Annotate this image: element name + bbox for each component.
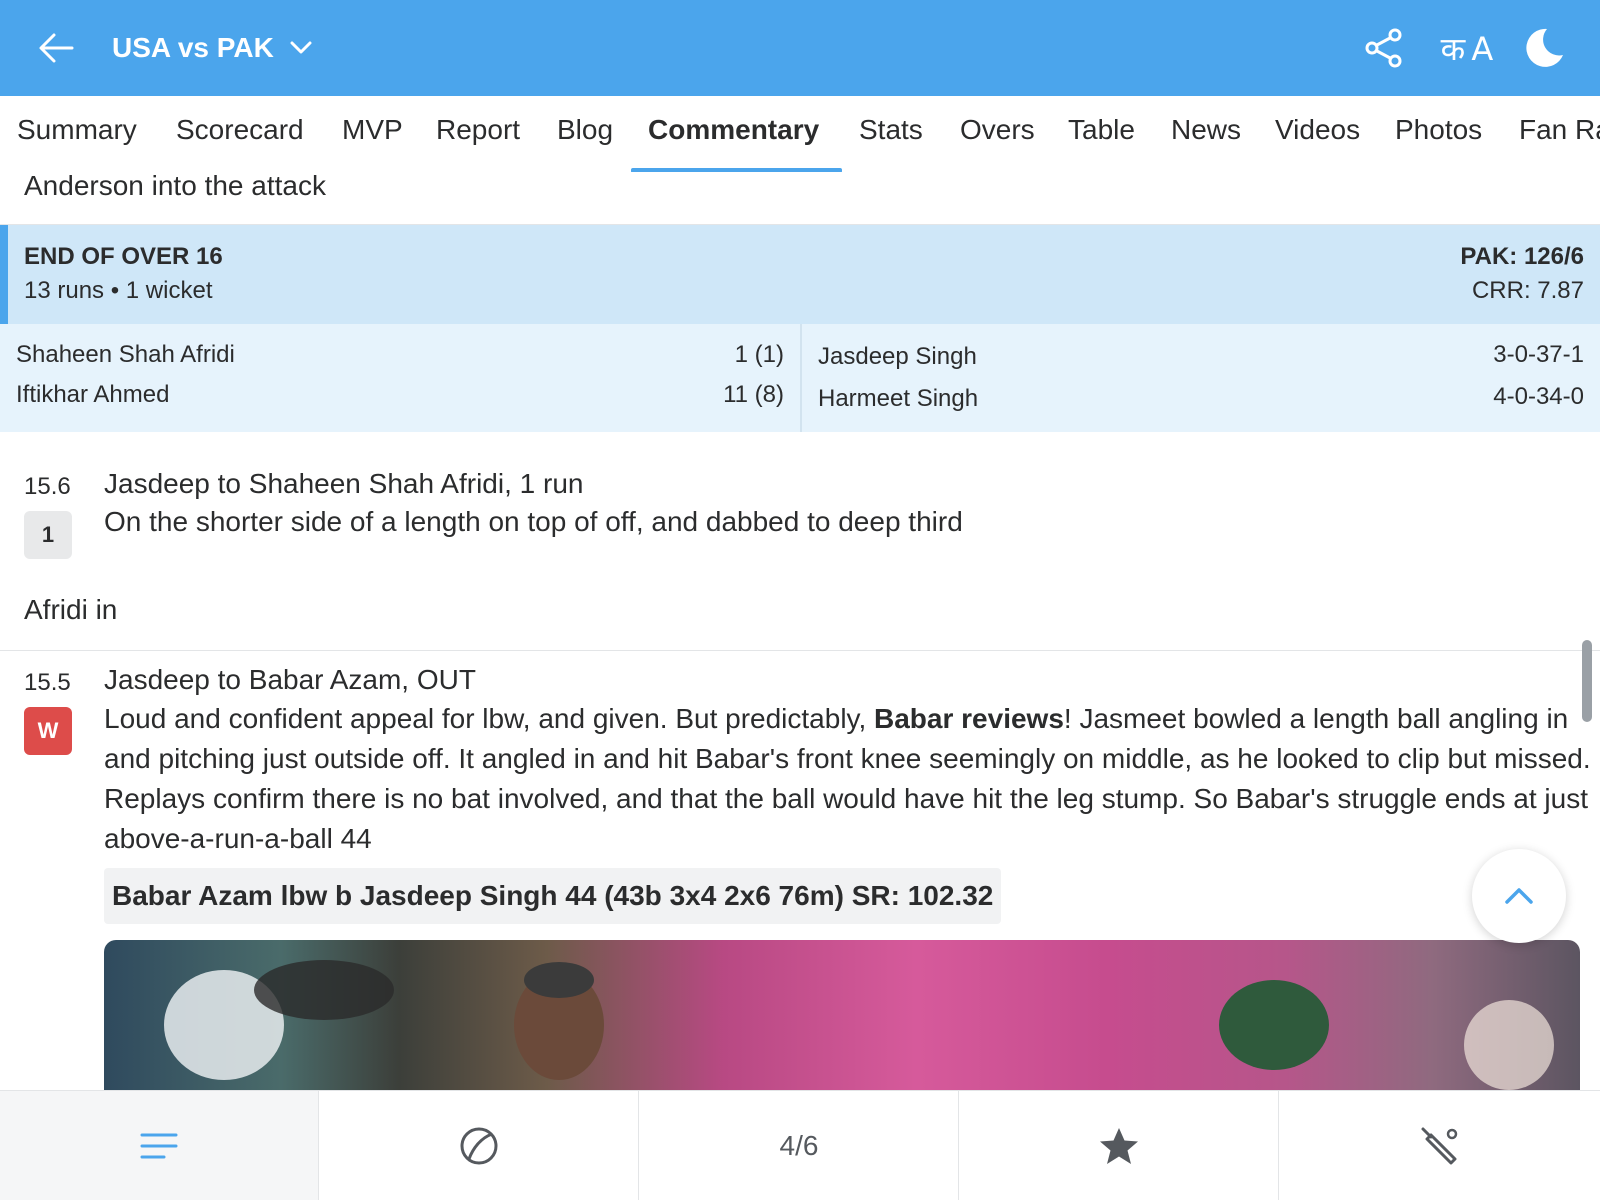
chevron-down-icon xyxy=(290,41,312,55)
description-highlight: Babar reviews xyxy=(874,703,1064,734)
arrow-left-icon xyxy=(39,33,74,63)
language-icon: क A xyxy=(1440,29,1494,68)
ball-headline: Jasdeep to Shaheen Shah Afridi, 1 run xyxy=(104,468,584,499)
bowler-figures: 3-0-37-1 xyxy=(1493,341,1584,368)
commentary-note: Afridi in xyxy=(24,594,118,625)
nav-batting[interactable] xyxy=(1280,1091,1599,1200)
top-app-bar: USA vs PAK क A xyxy=(0,0,1600,96)
menu-icon xyxy=(140,1133,178,1159)
active-tab-indicator xyxy=(631,168,842,172)
language-button[interactable]: क A xyxy=(1438,26,1494,70)
tab-videos[interactable]: Videos xyxy=(1275,114,1360,146)
ball-headline: Jasdeep to Babar Azam, OUT xyxy=(104,664,476,695)
bat-icon xyxy=(1421,1127,1457,1165)
tab-summary[interactable]: Summary xyxy=(17,114,137,146)
team-score: PAK: 126/6 xyxy=(1460,243,1584,270)
ball-description: On the shorter side of a length on top o… xyxy=(104,506,963,537)
nav-live[interactable] xyxy=(320,1091,639,1200)
commentary-note: Anderson into the attack xyxy=(24,170,326,201)
tab-news[interactable]: News xyxy=(1171,114,1241,146)
moon-icon xyxy=(1526,28,1563,67)
ball-icon xyxy=(460,1127,498,1165)
scroll-to-top-button[interactable] xyxy=(1472,849,1566,943)
current-run-rate: CRR: 7.87 xyxy=(1471,277,1584,304)
match-title: USA vs PAK xyxy=(112,32,274,63)
commentary-photo[interactable] xyxy=(104,940,1580,1090)
ball-description: Loud and confident appeal for lbw, and g… xyxy=(104,699,1598,859)
batter-score: 11 (8) xyxy=(723,381,784,408)
ball-number: 15.5 xyxy=(24,669,71,696)
bottom-navigation: 4/6 xyxy=(0,1090,1600,1200)
dark-mode-button[interactable] xyxy=(1522,26,1566,70)
share-icon xyxy=(1365,28,1402,68)
batter-score: 1 (1) xyxy=(734,341,784,368)
divider xyxy=(0,650,1600,651)
divider xyxy=(800,324,802,432)
star-icon xyxy=(1100,1128,1138,1164)
ball-number: 15.6 xyxy=(24,473,71,500)
dismissal-summary: Babar Azam lbw b Jasdeep Singh 44 (43b 3… xyxy=(104,868,1002,924)
tab-blog[interactable]: Blog xyxy=(557,114,613,146)
tab-stats[interactable]: Stats xyxy=(859,114,923,146)
over-detail: 13 runs • 1 wicket xyxy=(24,277,213,304)
runs-badge: 1 xyxy=(24,511,72,559)
tab-mvp[interactable]: MVP xyxy=(342,114,403,146)
section-tabs: Summary Scorecard MVP Report Blog Commen… xyxy=(0,96,1600,172)
players-summary: Shaheen Shah Afridi 1 (1) Iftikhar Ahmed… xyxy=(0,324,1600,432)
tab-table[interactable]: Table xyxy=(1068,114,1135,146)
nav-page-indicator[interactable]: 4/6 xyxy=(640,1091,959,1200)
chevron-up-icon xyxy=(1505,888,1533,904)
tab-overs[interactable]: Overs xyxy=(960,114,1035,146)
over-title: END OF OVER 16 xyxy=(24,243,223,270)
tab-scorecard[interactable]: Scorecard xyxy=(176,114,304,146)
batter-name: Iftikhar Ahmed xyxy=(16,381,170,408)
back-button[interactable] xyxy=(34,28,78,68)
over-summary: END OF OVER 16 13 runs • 1 wicket PAK: 1… xyxy=(0,225,1600,324)
match-selector[interactable]: USA vs PAK xyxy=(112,28,312,68)
bowler-figures: 4-0-34-0 xyxy=(1493,383,1584,410)
tab-photos[interactable]: Photos xyxy=(1395,114,1482,146)
nav-highlights[interactable] xyxy=(960,1091,1279,1200)
wicket-badge: W xyxy=(24,707,72,755)
bowler-name: Harmeet Singh xyxy=(818,385,979,412)
tab-fan-ratings[interactable]: Fan Ra xyxy=(1519,114,1600,146)
tab-commentary[interactable]: Commentary xyxy=(648,114,819,146)
bowler-name: Jasdeep Singh xyxy=(818,343,977,370)
nav-commentary[interactable] xyxy=(0,1091,319,1200)
share-button[interactable] xyxy=(1362,26,1406,70)
description-text: Loud and confident appeal for lbw, and g… xyxy=(104,703,875,734)
batter-name: Shaheen Shah Afridi xyxy=(16,341,235,368)
tab-report[interactable]: Report xyxy=(436,114,520,146)
page-indicator: 4/6 xyxy=(779,1130,819,1161)
scrollbar-thumb[interactable] xyxy=(1582,640,1592,722)
